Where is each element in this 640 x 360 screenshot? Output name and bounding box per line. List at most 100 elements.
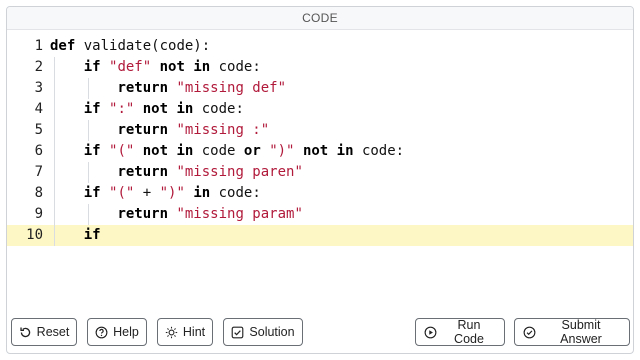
run-code-button[interactable]: Run Code <box>415 318 505 346</box>
line-number: 9 <box>34 206 43 222</box>
keyword-token: not in <box>302 143 354 159</box>
code-token: code <box>193 143 244 159</box>
keyword-token: return <box>117 206 169 222</box>
code-token: code: <box>353 143 405 159</box>
keyword-token: not in <box>159 59 211 75</box>
line-text: if <box>50 225 101 246</box>
line-number: 5 <box>34 122 43 138</box>
panel-title: CODE <box>302 11 338 25</box>
check-square-icon <box>232 326 244 338</box>
string-token: ")" <box>269 143 295 159</box>
code-line[interactable]: 4 if ":" not in code: <box>7 99 633 120</box>
keyword-token: if <box>83 101 101 117</box>
keyword-token: if <box>83 59 101 75</box>
solution-button[interactable]: Solution <box>223 318 303 346</box>
solution-label: Solution <box>249 325 295 339</box>
string-token: "(" <box>109 185 135 201</box>
reset-button[interactable]: Reset <box>11 318 77 346</box>
code-line[interactable]: 1 def validate(code): <box>7 36 633 57</box>
keyword-token: if <box>83 185 101 201</box>
code-token: code: <box>193 101 244 117</box>
keyword-token: in <box>193 185 211 201</box>
check-circle-icon <box>523 326 536 338</box>
submit-answer-label: Submit Answer <box>560 318 602 346</box>
string-token: "missing paren" <box>176 164 303 180</box>
code-token: + <box>134 185 160 201</box>
code-line[interactable]: 9 return "missing param" <box>7 204 633 225</box>
string-token: ":" <box>109 101 135 117</box>
hint-button[interactable]: Hint <box>157 318 213 346</box>
code-line[interactable]: 3 return "missing def" <box>7 78 633 99</box>
code-exercise-panel: CODE 1 def validate(code): 2 if "def" not … <box>6 6 634 354</box>
panel-header: CODE <box>7 7 633 30</box>
lightbulb-icon <box>165 326 178 338</box>
line-number: 1 <box>34 38 43 54</box>
keyword-token: or <box>243 143 261 159</box>
code-line[interactable]: 6 if "(" not in code or ")" not in code: <box>7 141 633 162</box>
line-text: if ":" not in code: <box>50 99 244 120</box>
line-number: 8 <box>34 185 43 201</box>
reset-label: Reset <box>36 325 70 339</box>
button-bar: Reset Help Hint Solution Run Code Submit… <box>7 313 633 353</box>
keyword-token: if <box>83 227 101 243</box>
run-code-label: Run Code <box>454 318 484 346</box>
play-circle-icon <box>424 326 437 338</box>
line-number: 2 <box>34 59 43 75</box>
code-line[interactable]: 10 if <box>7 225 633 246</box>
code-editor[interactable]: 1 def validate(code): 2 if "def" not in co… <box>7 29 633 246</box>
hint-label: Hint <box>182 325 206 339</box>
line-text: return "missing param" <box>50 204 303 225</box>
keyword-token: not in <box>142 101 194 117</box>
reset-icon <box>20 326 30 337</box>
line-number: 4 <box>34 101 43 117</box>
code-token: validate(code): <box>75 38 211 54</box>
string-token: "missing def" <box>176 80 287 96</box>
line-number: 3 <box>34 80 43 96</box>
string-token: "missing :" <box>176 122 270 138</box>
keyword-token: return <box>117 80 169 96</box>
line-text: return "missing paren" <box>50 162 303 183</box>
code-token: code: <box>210 59 261 75</box>
line-text: if "def" not in code: <box>50 57 261 78</box>
code-line[interactable]: 2 if "def" not in code: <box>7 57 633 78</box>
line-text: if "(" not in code or ")" not in code: <box>50 141 404 162</box>
line-number: 6 <box>34 143 43 159</box>
question-circle-icon <box>95 326 108 338</box>
code-line[interactable]: 7 return "missing paren" <box>7 162 633 183</box>
line-text: return "missing :" <box>50 120 269 141</box>
keyword-token: return <box>117 122 169 138</box>
keyword-token: def <box>50 38 76 54</box>
help-label: Help <box>113 325 139 339</box>
line-number: 7 <box>34 164 43 180</box>
line-text: if "(" + ")" in code: <box>50 183 261 204</box>
line-text: return "missing def" <box>50 78 286 99</box>
code-line[interactable]: 5 return "missing :" <box>7 120 633 141</box>
submit-answer-button[interactable]: Submit Answer <box>514 318 630 346</box>
help-button[interactable]: Help <box>87 318 147 346</box>
string-token: "missing param" <box>176 206 303 222</box>
keyword-token: if <box>83 143 101 159</box>
code-line[interactable]: 8 if "(" + ")" in code: <box>7 183 633 204</box>
string-token: "def" <box>109 59 152 75</box>
code-token: code: <box>210 185 261 201</box>
line-number: 10 <box>26 227 43 243</box>
keyword-token: return <box>117 164 169 180</box>
keyword-token: not in <box>142 143 194 159</box>
line-text: def validate(code): <box>50 36 210 57</box>
